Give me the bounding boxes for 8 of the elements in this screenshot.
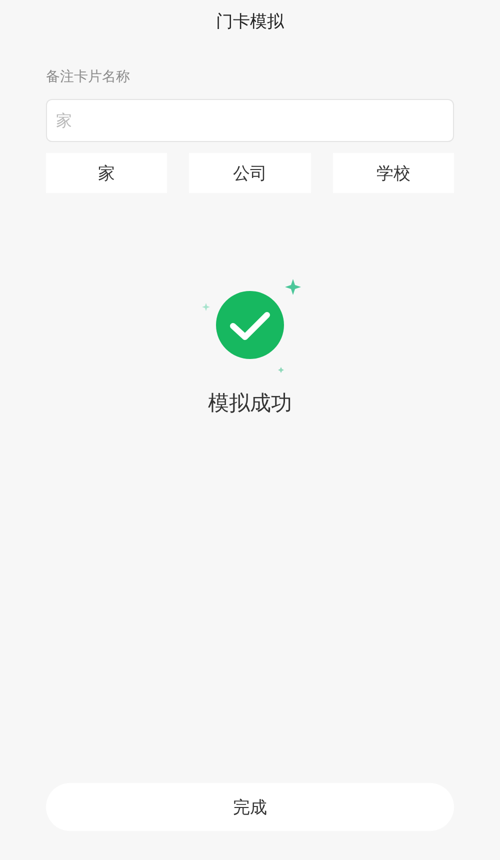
preset-button[interactable]: 学校 xyxy=(332,153,454,193)
done-button[interactable]: 完成 xyxy=(46,783,454,831)
card-name-input[interactable]: 家 xyxy=(46,99,454,142)
preset-button[interactable]: 公司 xyxy=(189,153,311,193)
field-label: 备注卡片名称 xyxy=(46,68,131,86)
preset-button[interactable]: 家 xyxy=(46,153,168,193)
success-message: 模拟成功 xyxy=(208,390,292,417)
page-title: 门卡模拟 xyxy=(216,11,284,33)
